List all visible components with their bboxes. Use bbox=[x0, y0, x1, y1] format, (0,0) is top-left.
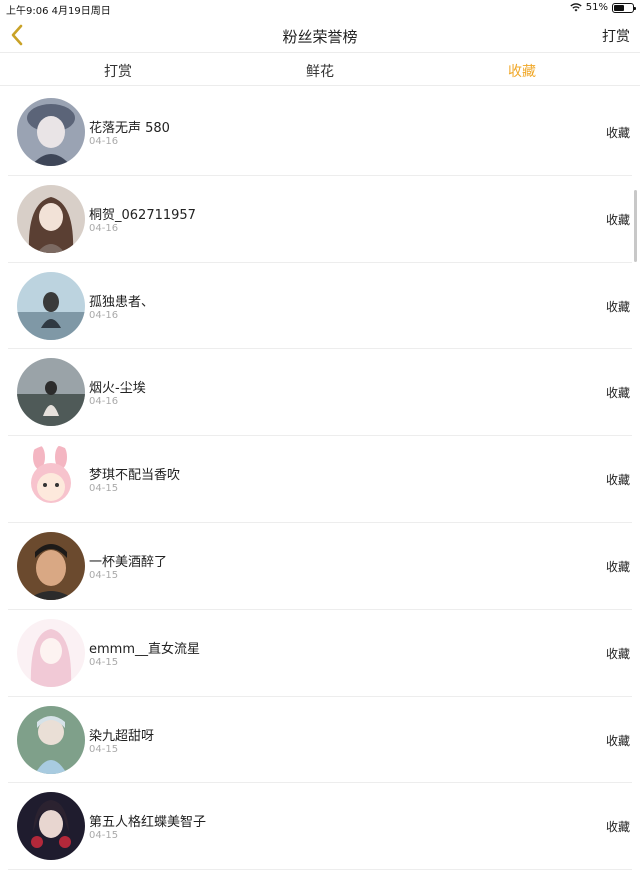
fan-name: 烟火-尘埃 bbox=[89, 381, 146, 397]
status-bar: 上午9:06 4月19日周日 51% bbox=[0, 0, 640, 18]
tab-collect[interactable]: 收藏 bbox=[482, 61, 562, 81]
list-item[interactable]: 桐贺_062711957 04-16 收藏 bbox=[8, 176, 632, 263]
fan-date: 04-15 bbox=[89, 743, 119, 755]
avatar bbox=[17, 618, 85, 687]
avatar bbox=[17, 271, 85, 340]
tab-reward[interactable]: 打赏 bbox=[78, 61, 158, 81]
fan-date: 04-16 bbox=[89, 309, 119, 321]
collect-button[interactable]: 收藏 bbox=[606, 645, 630, 662]
fan-date: 04-15 bbox=[89, 656, 119, 668]
status-time-date: 上午9:06 4月19日周日 bbox=[6, 6, 111, 17]
wifi-icon bbox=[570, 3, 582, 12]
fan-date: 04-16 bbox=[89, 222, 119, 234]
collect-button[interactable]: 收藏 bbox=[606, 211, 630, 228]
fan-name: emmm__直女流星 bbox=[89, 641, 200, 657]
list-item[interactable]: 烟火-尘埃 04-16 收藏 bbox=[8, 349, 632, 437]
reward-button[interactable]: 打赏 bbox=[602, 26, 630, 46]
fan-name: 桐贺_062711957 bbox=[89, 207, 196, 223]
battery-icon bbox=[612, 2, 636, 13]
scrollbar[interactable] bbox=[634, 190, 637, 262]
list-item[interactable]: 染九超甜呀 04-15 收藏 bbox=[8, 697, 632, 784]
fan-date: 04-16 bbox=[89, 136, 119, 147]
fan-date: 04-16 bbox=[89, 396, 119, 408]
avatar bbox=[17, 531, 85, 600]
status-indicators: 51% bbox=[570, 2, 636, 13]
collect-button[interactable]: 收藏 bbox=[606, 298, 630, 315]
avatar bbox=[17, 792, 85, 861]
fan-name: 孤独患者、 bbox=[89, 294, 155, 310]
collect-button[interactable]: 收藏 bbox=[606, 384, 630, 401]
collect-button[interactable]: 收藏 bbox=[606, 124, 630, 141]
list-item[interactable]: 一杯美酒醉了 04-15 收藏 bbox=[8, 523, 632, 610]
list-item[interactable]: emmm__直女流星 04-15 收藏 bbox=[8, 610, 632, 697]
avatar bbox=[17, 358, 85, 427]
list-item[interactable]: 第五人格红蝶美智子 04-15 收藏 bbox=[8, 783, 632, 870]
collect-button[interactable]: 收藏 bbox=[606, 558, 630, 575]
page-title: 粉丝荣誉榜 bbox=[282, 28, 358, 46]
fan-name: 花落无声 580 bbox=[89, 121, 170, 136]
fan-date: 04-15 bbox=[89, 569, 119, 581]
list-item[interactable]: 花落无声 580 04-16 收藏 bbox=[8, 89, 632, 176]
fan-list: 花落无声 580 04-16 收藏 桐贺_062711957 04-16 收藏 … bbox=[0, 89, 640, 870]
battery-percent: 51% bbox=[585, 2, 608, 13]
fan-name: 一杯美酒醉了 bbox=[89, 554, 168, 570]
collect-button[interactable]: 收藏 bbox=[606, 732, 630, 749]
nav-bar: 粉丝荣誉榜 打赏 bbox=[0, 18, 640, 53]
fan-date: 04-15 bbox=[89, 830, 119, 842]
fan-name: 染九超甜呀 bbox=[89, 728, 155, 744]
avatar bbox=[17, 705, 85, 774]
list-item[interactable]: 孤独患者、 04-16 收藏 bbox=[8, 263, 632, 350]
avatar bbox=[17, 98, 85, 166]
fan-date: 04-15 bbox=[89, 483, 119, 495]
tab-bar: 打赏 鲜花 收藏 bbox=[0, 53, 640, 86]
tab-flowers[interactable]: 鲜花 bbox=[280, 61, 360, 81]
fan-name: 第五人格红蝶美智子 bbox=[89, 815, 207, 831]
fan-name: 梦琪不配当香吹 bbox=[89, 468, 181, 484]
avatar bbox=[17, 184, 85, 253]
collect-button[interactable]: 收藏 bbox=[606, 818, 630, 835]
avatar bbox=[17, 445, 85, 514]
collect-button[interactable]: 收藏 bbox=[606, 471, 630, 488]
list-item[interactable]: 梦琪不配当香吹 04-15 收藏 bbox=[8, 436, 632, 523]
